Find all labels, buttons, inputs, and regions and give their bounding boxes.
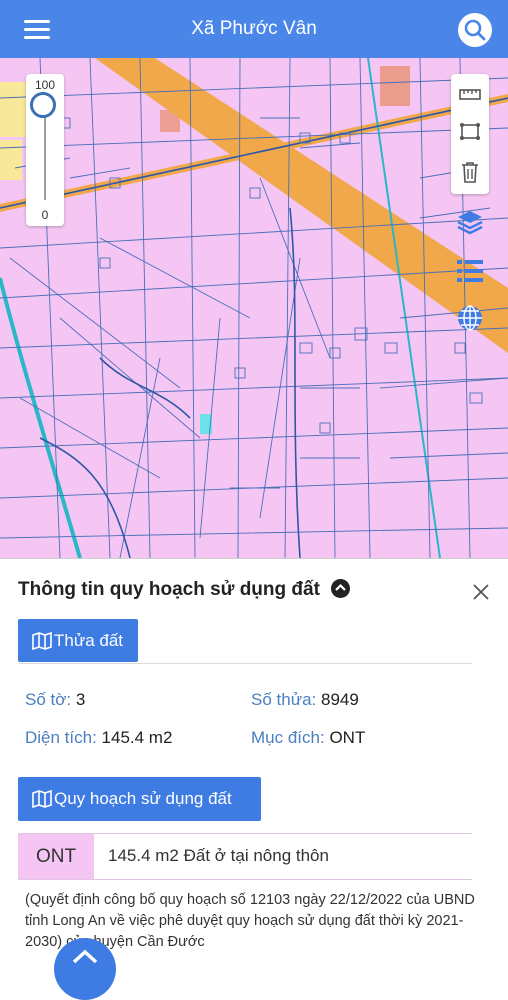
area-measure-icon[interactable] [458, 120, 482, 144]
map-icon [32, 631, 52, 650]
parcel-tab-button[interactable]: Thửa đất [18, 619, 138, 662]
land-use-code: ONT [18, 834, 94, 879]
map-view[interactable] [0, 58, 508, 558]
land-use-row: ONT 145.4 m2 Đất ở tại nông thôn [18, 833, 472, 880]
globe-icon[interactable] [456, 304, 484, 332]
floating-action-button[interactable] [54, 938, 116, 1000]
so-thua-value: 8949 [321, 690, 359, 709]
trash-icon[interactable] [458, 160, 482, 184]
app-header: Xã Phước Vân [0, 0, 508, 58]
chevron-up-icon [72, 949, 98, 964]
slider-max-label: 100 [34, 78, 56, 92]
dien-tich-value: 145.4 m2 [101, 728, 173, 747]
dien-tich-field: Diện tích: 145.4 m2 [25, 728, 172, 748]
muc-dich-value: ONT [329, 728, 366, 747]
search-icon [464, 19, 486, 41]
search-button[interactable] [458, 13, 492, 47]
so-to-field: Số tờ: 3 [25, 690, 85, 710]
planning-tab-button[interactable]: Quy hoạch sử dụng đất [18, 777, 261, 821]
close-icon[interactable] [471, 582, 491, 602]
list-icon[interactable] [456, 258, 484, 284]
map-tools [451, 74, 489, 194]
ruler-icon[interactable] [458, 82, 482, 106]
muc-dich-label: Mục đích: [251, 728, 325, 747]
divider [18, 663, 472, 664]
slider-track[interactable] [44, 108, 46, 200]
map-icon [32, 790, 52, 808]
so-thua-field: Số thửa: 8949 [251, 690, 359, 710]
parcel-tab-label: Thửa đất [54, 630, 124, 650]
so-to-label: Số tờ: [25, 690, 72, 709]
panel-title-text: Thông tin quy hoạch sử dụng đất [18, 579, 320, 600]
layers-icon[interactable] [456, 208, 484, 236]
chevron-up-icon[interactable] [331, 579, 351, 598]
muc-dich-field: Mục đích: ONT [251, 728, 365, 748]
slider-knob[interactable] [30, 92, 56, 118]
menu-icon[interactable] [24, 20, 50, 40]
page-title: Xã Phước Vân [191, 18, 317, 39]
cadastral-map [0, 58, 508, 558]
planning-tab-label: Quy hoạch sử dụng đất [54, 789, 232, 808]
slider-min-label: 0 [41, 208, 49, 222]
land-use-description: 145.4 m2 Đất ở tại nông thôn [108, 846, 329, 865]
dien-tich-label: Diện tích: [25, 728, 97, 747]
opacity-slider[interactable]: 100 0 [26, 74, 64, 226]
panel-title: Thông tin quy hoạch sử dụng đất [18, 579, 351, 601]
info-panel: Thông tin quy hoạch sử dụng đất Thửa đất… [0, 558, 508, 961]
so-thua-label: Số thửa: [251, 690, 317, 709]
so-to-value: 3 [75, 690, 86, 709]
